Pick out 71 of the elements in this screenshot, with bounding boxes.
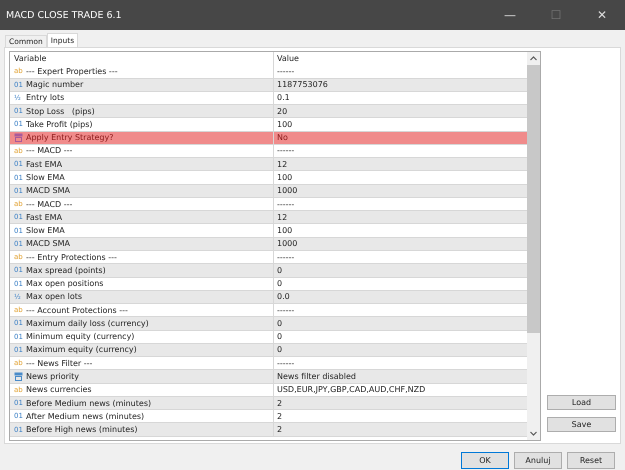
value-cell-text: 0 [276, 332, 284, 342]
value-cell-text: ------ [276, 146, 296, 156]
variable-name: Take Profit (pips) [26, 120, 92, 129]
variable-name: Before Medium news (minutes) [26, 398, 152, 408]
minimize-button[interactable]: — [487, 0, 533, 30]
variable-name: Max spread (points) [26, 266, 106, 275]
value-cell-text: ------ [276, 66, 296, 76]
load-save-button[interactable]: Load [547, 395, 616, 410]
load-save-button[interactable]: Save [547, 417, 616, 432]
variable-name: --- Account Protections --- [26, 306, 128, 315]
value-cell-text: 1000 [276, 239, 298, 248]
variable-name: Minimum equity (currency) [26, 332, 134, 342]
dialog-button[interactable]: Reset [567, 452, 615, 469]
value-cell-text: 100 [276, 120, 294, 129]
value-cell-text: 0 [276, 345, 284, 354]
value-cell-text: 0.0 [276, 292, 291, 302]
scrollbar[interactable] [527, 52, 540, 440]
value-cell-text: ------ [276, 358, 296, 368]
variable-name: Slow EMA [26, 173, 65, 182]
list-icon [14, 133, 23, 142]
scrollbar-thumb[interactable] [527, 65, 540, 333]
variable-name: News priority [26, 372, 80, 381]
value-cell-text: 12 [276, 160, 288, 169]
value-cell-text: 100 [276, 226, 294, 236]
value-cell-text: 2 [276, 425, 284, 434]
value-cell-text: 2 [276, 412, 284, 421]
value-cell-text: 0 [276, 318, 284, 328]
value-cell-text: 0 [276, 266, 284, 275]
variable-name: MACD SMA [26, 239, 70, 248]
value-cell-text: USD,EUR,JPY,GBP,CAD,AUD,CHF,NZD [276, 385, 426, 394]
variable-name: News currencies [26, 385, 92, 394]
value-cell-text: 12 [276, 212, 288, 222]
variable-name: Maximum daily loss (currency) [26, 318, 149, 328]
value-cell-text: 2 [276, 398, 284, 408]
variable-name: Fast EMA [26, 212, 62, 222]
table-row[interactable]: News priority News filter disabled [10, 370, 527, 384]
value-cell-text: News filter disabled [276, 372, 357, 381]
list-icon [14, 372, 23, 381]
value-cell-text: ------ [276, 306, 296, 315]
dialog-button[interactable]: OK [461, 452, 509, 469]
dialog-button[interactable]: Anuluj [514, 452, 562, 469]
variable-name: Magic number [26, 80, 84, 90]
value-cell-text: ------ [276, 252, 296, 262]
variable-name: --- MACD --- [26, 146, 72, 156]
value-cell-text: 1000 [276, 186, 298, 196]
value-cell-text: 0 [276, 279, 284, 288]
variable-name: --- Entry Protections --- [26, 252, 117, 262]
window-title: MACD CLOSE TRADE 6.1 [5, 10, 122, 20]
value-cell-text: 1187753076 [276, 80, 329, 90]
close-button[interactable]: ✕ [579, 0, 625, 30]
table-row[interactable]: Apply Entry Strategy? No [10, 132, 527, 145]
variable-name: --- News Filter --- [26, 358, 92, 368]
value-cell-text: 20 [276, 106, 288, 116]
variable-name: Max open positions [26, 279, 104, 288]
column-header: Value [276, 54, 300, 64]
variable-name: --- Expert Properties --- [26, 66, 118, 76]
value-cell-text: 100 [276, 173, 294, 182]
variable-name: Entry lots [26, 93, 64, 102]
variable-name: Slow EMA [26, 226, 65, 236]
variable-name: Fast EMA [26, 160, 62, 169]
variable-name: After Medium news (minutes) [26, 412, 144, 421]
value-cell-text: ------ [276, 200, 296, 209]
value-cell-text: No [276, 133, 289, 142]
variable-name: Max open lots [26, 292, 82, 302]
variable-name: Stop Loss (pips) [26, 106, 95, 116]
value-cell-text: 0.1 [276, 93, 291, 102]
variable-name: Apply Entry Strategy? [26, 133, 114, 142]
variable-name: MACD SMA [26, 186, 70, 196]
variable-name: Maximum equity (currency) [26, 345, 137, 354]
variable-name: Before High news (minutes) [26, 425, 138, 434]
variable-name: --- MACD --- [26, 200, 72, 209]
